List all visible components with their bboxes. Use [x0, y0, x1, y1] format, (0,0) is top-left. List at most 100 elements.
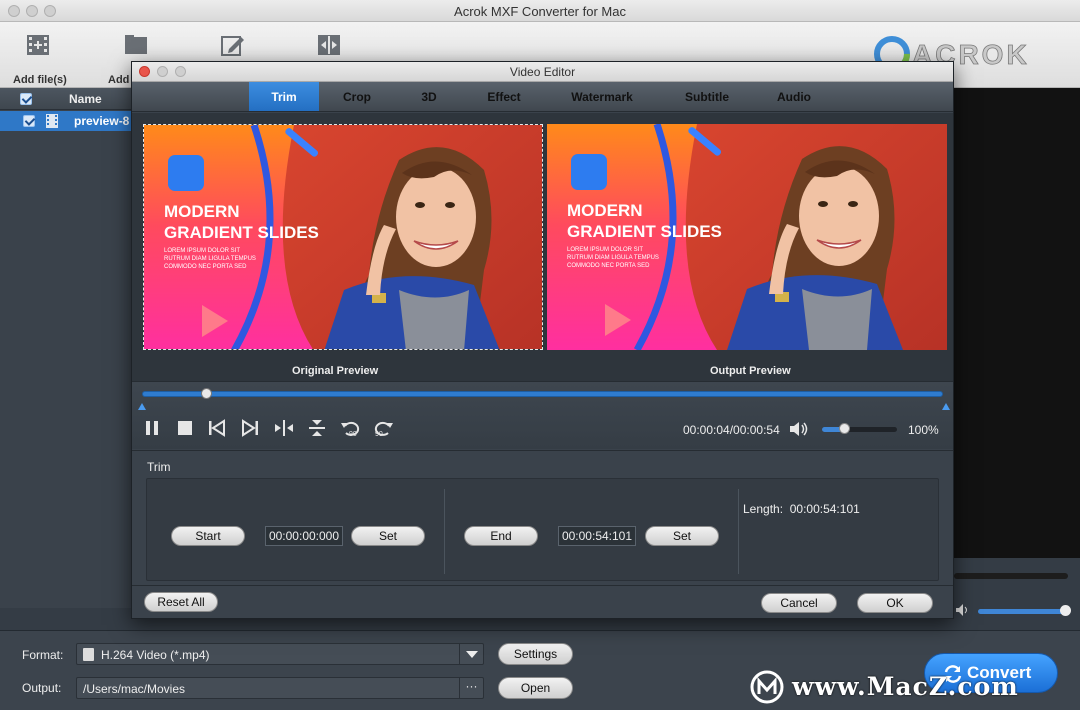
file-name: preview-8 — [74, 114, 130, 128]
add-files-button[interactable]: Add file(s) — [2, 22, 72, 88]
slide-body-line: COMMODO NEC PORTA SED — [164, 264, 247, 270]
seek-bar[interactable] — [142, 391, 943, 397]
slide-title-line1: MODERN — [164, 202, 240, 221]
row-checkbox[interactable] — [23, 115, 35, 127]
editor-footer: Reset All Cancel OK — [132, 585, 953, 618]
tab-3d[interactable]: 3D — [404, 82, 454, 111]
slide-body-line: LOREM IPSUM DOLOR SIT — [164, 248, 240, 254]
settings-button[interactable]: Settings — [498, 643, 573, 665]
slide-body-line: COMMODO NEC PORTA SED — [567, 263, 650, 269]
start-button[interactable]: Start — [171, 526, 245, 546]
format-select[interactable]: H.264 Video (*.mp4) — [76, 643, 484, 665]
file-list: Name preview-8 — [0, 88, 134, 608]
output-preview-label: Output Preview — [710, 365, 791, 377]
preview-area: MODERN GRADIENT SLIDES LOREM IPSUM DOLOR… — [132, 113, 953, 381]
video-file-icon — [46, 114, 58, 128]
browse-button[interactable]: ··· — [459, 678, 483, 698]
tab-watermark[interactable]: Watermark — [559, 82, 645, 111]
output-path-field[interactable]: /Users/mac/Movies ··· — [76, 677, 484, 699]
pause-icon[interactable] — [142, 419, 162, 437]
editor-title: Video Editor — [509, 65, 576, 79]
trim-section-title: Trim — [147, 460, 171, 474]
merge-icon — [318, 35, 340, 55]
name-column-header: Name — [69, 92, 102, 106]
set-start-button[interactable]: Set — [351, 526, 425, 546]
stop-icon[interactable] — [175, 419, 195, 437]
cancel-button[interactable]: Cancel — [761, 593, 837, 613]
previous-frame-icon[interactable] — [207, 419, 227, 437]
rotate-left-icon[interactable]: 90 — [340, 419, 362, 437]
tab-audio[interactable]: Audio — [764, 82, 824, 111]
slide-body-line: LOREM IPSUM DOLOR SIT — [567, 247, 643, 253]
main-volume-icon[interactable] — [955, 603, 969, 617]
trim-length-value: 00:00:54:101 — [789, 502, 860, 516]
main-seek-bar[interactable] — [954, 573, 1068, 579]
rotate-right-label: 90 — [375, 431, 383, 437]
main-preview-pane — [954, 88, 1080, 558]
main-volume-knob[interactable] — [1060, 605, 1071, 616]
slide-body-line: RUTRUM DIAM LIGULA TEMPUS — [164, 256, 256, 262]
film-add-icon — [27, 35, 49, 55]
chevron-down-icon[interactable] — [459, 644, 483, 664]
select-all-checkbox[interactable] — [20, 93, 32, 105]
playback-controls: 90 90 00:00:04/00:00:54 100% — [132, 381, 953, 449]
editor-titlebar: Video Editor — [132, 62, 953, 82]
add-files-label: Add file(s) — [13, 74, 67, 86]
format-value: H.264 Video (*.mp4) — [101, 648, 210, 662]
output-path-value: /Users/mac/Movies — [83, 682, 186, 696]
main-titlebar: Acrok MXF Converter for Mac — [0, 0, 1080, 22]
tab-trim[interactable]: Trim — [249, 82, 319, 111]
volume-percent: 100% — [908, 423, 939, 437]
window-title: Acrok MXF Converter for Mac — [454, 4, 626, 19]
output-preview-frame: MODERN GRADIENT SLIDES LOREM IPSUM DOLOR… — [547, 124, 947, 350]
file-list-row[interactable]: preview-8 — [0, 111, 134, 131]
trim-start-marker[interactable] — [138, 403, 146, 410]
watermark-text: www.MacZ.com — [792, 672, 1019, 701]
split-icon[interactable] — [274, 419, 294, 437]
tab-crop[interactable]: Crop — [327, 82, 387, 111]
editor-tabs: Trim Crop 3D Effect Watermark Subtitle A… — [132, 82, 953, 112]
slide-title-line2: GRADIENT SLIDES — [164, 223, 319, 242]
main-volume-slider[interactable] — [978, 609, 1066, 614]
seek-knob[interactable] — [200, 388, 212, 399]
macz-watermark: www.MacZ.com — [748, 668, 1078, 706]
end-time-field[interactable]: 00:00:54:101 — [558, 526, 636, 546]
end-button[interactable]: End — [464, 526, 538, 546]
rotate-left-label: 90 — [349, 431, 357, 437]
folder-icon — [125, 35, 147, 54]
macz-logo-icon — [750, 670, 784, 704]
tab-subtitle[interactable]: Subtitle — [672, 82, 742, 111]
rotate-right-icon[interactable]: 90 — [372, 419, 394, 437]
slide-title-line2: GRADIENT SLIDES — [567, 222, 722, 241]
volume-icon[interactable] — [789, 420, 811, 438]
trim-end-marker[interactable] — [942, 403, 950, 410]
trim-divider-2 — [738, 489, 739, 574]
edit-icon — [221, 36, 244, 56]
set-end-button[interactable]: Set — [645, 526, 719, 546]
slide-body-line: RUTRUM DIAM LIGULA TEMPUS — [567, 255, 659, 261]
file-list-header: Name — [0, 88, 134, 110]
output-label: Output: — [22, 681, 62, 695]
reset-all-button[interactable]: Reset All — [144, 592, 218, 612]
slide-illustration: MODERN GRADIENT SLIDES LOREM IPSUM DOLOR… — [547, 124, 947, 350]
merge-frames-icon[interactable] — [307, 419, 327, 437]
tab-effect[interactable]: Effect — [474, 82, 534, 111]
slide-illustration: MODERN GRADIENT SLIDES LOREM IPSUM DOLOR… — [144, 125, 542, 349]
trim-panel: Trim Start 00:00:00:000 Set End 00:00:54… — [132, 450, 953, 585]
open-button[interactable]: Open — [498, 677, 573, 699]
original-preview-label: Original Preview — [292, 365, 379, 377]
next-frame-icon[interactable] — [240, 419, 260, 437]
trim-box: Start 00:00:00:000 Set End 00:00:54:101 … — [146, 478, 939, 581]
time-display: 00:00:04/00:00:54 — [683, 423, 780, 437]
video-editor-dialog: Video Editor Trim Crop 3D Effect Waterma… — [131, 61, 954, 619]
start-time-field[interactable]: 00:00:00:000 — [265, 526, 343, 546]
trim-divider-1 — [444, 489, 445, 574]
volume-knob[interactable] — [839, 423, 850, 434]
ok-button[interactable]: OK — [857, 593, 933, 613]
format-file-icon — [83, 648, 94, 661]
original-preview-frame[interactable]: MODERN GRADIENT SLIDES LOREM IPSUM DOLOR… — [143, 124, 543, 350]
trim-length-label: Length: — [743, 502, 784, 516]
format-label: Format: — [22, 648, 64, 662]
slide-title-line1: MODERN — [567, 201, 643, 220]
trim-length: Length: 00:00:54:101 — [743, 502, 860, 516]
